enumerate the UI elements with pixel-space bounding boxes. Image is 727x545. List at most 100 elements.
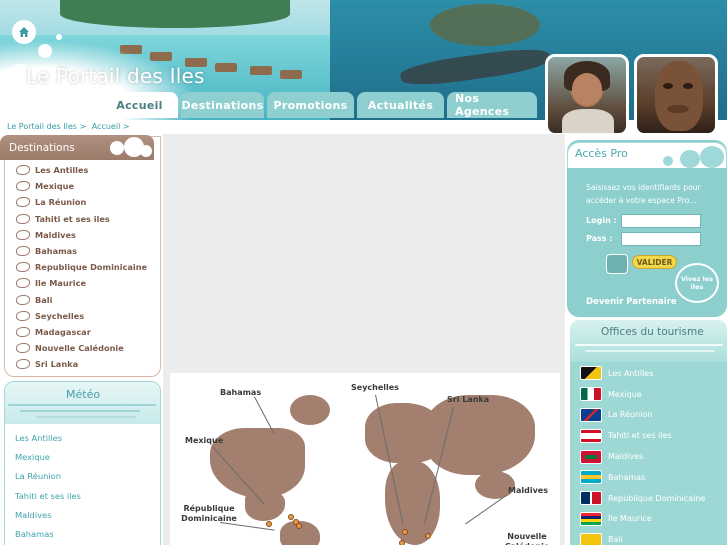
destination-item[interactable]: Bali xyxy=(16,292,147,308)
mask-face xyxy=(655,61,703,131)
office-item[interactable]: Mexique xyxy=(580,384,705,405)
meteo-link[interactable]: Mexique xyxy=(15,447,81,466)
home-button[interactable] xyxy=(12,20,36,44)
mask-eye xyxy=(683,83,693,89)
login-label: Login : xyxy=(586,216,617,225)
destination-item[interactable]: La Réunion xyxy=(16,194,147,210)
destination-label: Les Antilles xyxy=(35,165,89,176)
mauritius-flag-icon xyxy=(580,511,602,526)
tab-actualites[interactable]: Actualités xyxy=(357,92,444,118)
destination-item[interactable]: Tahiti et ses iles xyxy=(16,211,147,227)
tahiti-flag-icon xyxy=(580,428,602,443)
shell-icon xyxy=(16,278,30,289)
breadcrumb-current[interactable]: Accueil > xyxy=(92,122,130,131)
destination-label: Tahiti et ses iles xyxy=(35,213,110,224)
destinations-list: Les Antilles Mexique La Réunion Tahiti e… xyxy=(16,162,147,372)
tab-accueil[interactable]: Accueil xyxy=(101,92,178,118)
office-item[interactable]: La Réunion xyxy=(580,405,705,426)
map-label-mexique[interactable]: Mexique xyxy=(185,436,223,445)
destination-label: Madagascar xyxy=(35,326,91,337)
decor-bubble xyxy=(140,145,152,157)
office-item[interactable]: Bahamas xyxy=(580,467,705,488)
decor-wave xyxy=(575,344,723,346)
map-pin[interactable] xyxy=(266,521,272,527)
portrait-photo-woman xyxy=(545,54,629,136)
tab-destinations[interactable]: Destinations xyxy=(181,92,264,118)
key-icon xyxy=(606,254,628,274)
destination-item[interactable]: Ile Maurice xyxy=(16,275,147,291)
destination-item[interactable]: Seychelles xyxy=(16,308,147,324)
decor-bubble xyxy=(38,44,52,58)
portrait-photo-mask xyxy=(634,54,718,136)
office-label: Maldives xyxy=(608,452,644,462)
destination-item[interactable]: Republique Dominicaine xyxy=(16,259,147,275)
decor-bubble xyxy=(700,146,724,168)
validate-button[interactable]: VALIDER xyxy=(632,255,677,269)
map-landmass-north-america xyxy=(210,428,305,498)
destination-label: La Réunion xyxy=(35,197,87,208)
tab-nos-agences[interactable]: Nos Agences xyxy=(447,92,537,118)
destination-item[interactable]: Maldives xyxy=(16,227,147,243)
meteo-link[interactable]: La Réunion xyxy=(15,467,81,486)
tab-promotions[interactable]: Promotions xyxy=(267,92,354,118)
shell-icon xyxy=(16,181,30,192)
meteo-link[interactable]: Maldives xyxy=(15,505,81,524)
mexico-flag-icon xyxy=(580,387,602,402)
maldives-flag-icon xyxy=(580,449,602,464)
destination-item[interactable]: Madagascar xyxy=(16,324,147,340)
office-item[interactable]: Republique Dominicaine xyxy=(580,488,705,509)
vivez-les-iles-badge: Vivez les iles xyxy=(675,263,719,303)
office-item[interactable]: Les Antilles xyxy=(580,363,705,384)
site-logo-title[interactable]: Le Portail des Iles xyxy=(26,64,205,88)
login-input[interactable] xyxy=(621,214,701,228)
office-label: Republique Dominicaine xyxy=(608,493,706,503)
meteo-link[interactable]: Les Antilles xyxy=(15,428,81,447)
shell-icon xyxy=(16,165,30,176)
decor-wave xyxy=(8,404,156,406)
breadcrumb-home-link[interactable]: Le Portail des Iles > xyxy=(7,122,86,131)
meteo-link[interactable]: Bahamas xyxy=(15,524,81,543)
map-leader-line xyxy=(465,495,507,525)
map-pin[interactable] xyxy=(399,540,405,545)
office-item[interactable]: Ile Maurice xyxy=(580,509,705,530)
shell-icon xyxy=(16,343,30,354)
destination-item[interactable]: Mexique xyxy=(16,178,147,194)
destination-item[interactable]: Bahamas xyxy=(16,243,147,259)
world-map[interactable]: Bahamas Seychelles Sri Lanka Mexique Mal… xyxy=(170,373,560,545)
main-nav: Accueil Destinations Promotions Actualit… xyxy=(101,92,537,118)
map-label-seychelles[interactable]: Seychelles xyxy=(351,383,399,392)
map-label-nouvelle-caledonie[interactable]: Nouvelle Calédonie xyxy=(498,532,556,545)
decor-wave xyxy=(585,350,715,352)
office-item[interactable]: Bali xyxy=(580,529,705,545)
office-label: Bali xyxy=(608,535,623,545)
destination-item[interactable]: Les Antilles xyxy=(16,162,147,178)
map-label-maldives[interactable]: Maldives xyxy=(508,486,548,495)
decor-bubble xyxy=(680,150,700,168)
map-pin[interactable] xyxy=(296,523,302,529)
antilles-flag-icon xyxy=(580,366,602,381)
office-label: Tahiti et ses iles xyxy=(608,431,672,441)
map-landmass-central-america xyxy=(245,491,285,521)
banner-hut xyxy=(280,70,302,79)
home-icon xyxy=(19,27,29,37)
office-label: Mexique xyxy=(608,389,642,399)
map-label-sri-lanka[interactable]: Sri Lanka xyxy=(447,395,489,404)
become-partner-link[interactable]: Devenir Partenaire xyxy=(586,297,677,307)
map-label-republique-dominicaine[interactable]: République Dominicaine xyxy=(174,504,244,524)
banner-hut xyxy=(215,63,237,72)
decor-bubble xyxy=(110,141,124,155)
destination-item[interactable]: Nouvelle Calédonie xyxy=(16,340,147,356)
meteo-link[interactable]: Tahiti et ses iles xyxy=(15,486,81,505)
destinations-title: Destinations xyxy=(9,141,75,154)
mask-mouth xyxy=(667,105,689,113)
office-item[interactable]: Maldives xyxy=(580,446,705,467)
map-pin[interactable] xyxy=(425,533,431,539)
office-item[interactable]: Tahiti et ses iles xyxy=(580,425,705,446)
destination-item[interactable]: Sri Lanka xyxy=(16,356,147,372)
map-label-bahamas[interactable]: Bahamas xyxy=(220,388,261,397)
banner-island xyxy=(60,0,290,28)
decor-bubble xyxy=(663,156,673,166)
map-pin[interactable] xyxy=(402,529,408,535)
password-input[interactable] xyxy=(621,232,701,246)
meteo-title: Météo xyxy=(66,388,101,401)
